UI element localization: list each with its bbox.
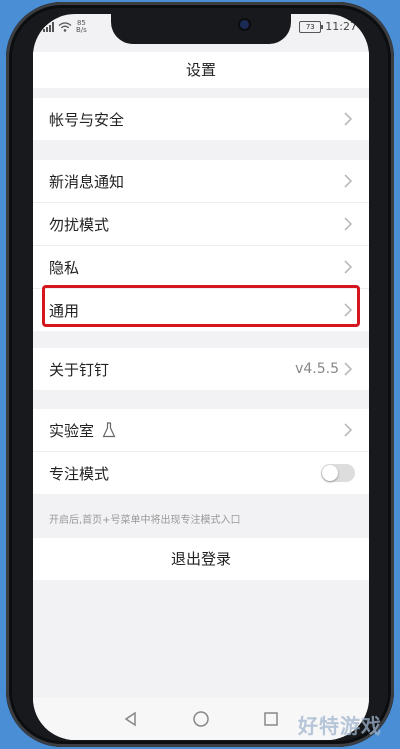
settings-item-do-not-disturb[interactable]: 勿扰模式: [33, 203, 369, 246]
screen: 85 B/s 73 11:27 设置 帐号与安全 新消息通知 勿扰模式 隐私 通…: [33, 14, 369, 740]
group-about: 关于钉钉 v4.5.5: [33, 348, 369, 390]
home-icon[interactable]: [192, 710, 210, 728]
chevron-right-icon: [344, 174, 353, 188]
focus-mode-toggle[interactable]: [321, 464, 355, 482]
item-label: 关于钉钉: [49, 360, 110, 379]
chevron-right-icon: [344, 260, 353, 274]
camera-icon: [240, 20, 249, 29]
back-icon[interactable]: [122, 710, 140, 728]
settings-item-account-security[interactable]: 帐号与安全: [33, 98, 369, 140]
item-label: 隐私: [49, 258, 80, 277]
clock: 11:27: [325, 20, 357, 33]
chevron-right-icon: [344, 362, 353, 376]
network-speed: 85 B/s: [76, 19, 87, 34]
version-value: v4.5.5: [295, 361, 339, 377]
logout-button[interactable]: 退出登录: [33, 538, 369, 580]
flask-icon: [102, 422, 116, 438]
item-label: 帐号与安全: [49, 110, 125, 129]
item-label: 勿扰模式: [49, 215, 110, 234]
watermark: 好特游戏: [298, 714, 382, 738]
chevron-right-icon: [344, 423, 353, 437]
toggle-knob: [322, 465, 338, 481]
notch: [111, 14, 291, 44]
highlight-box: [42, 285, 360, 327]
phone-frame: 85 B/s 73 11:27 设置 帐号与安全 新消息通知 勿扰模式 隐私 通…: [6, 2, 394, 747]
chevron-right-icon: [344, 217, 353, 231]
battery-icon: 73: [299, 20, 324, 33]
page-title: 设置: [33, 52, 369, 88]
wifi-icon: [58, 22, 72, 32]
settings-item-privacy[interactable]: 隐私: [33, 246, 369, 289]
item-label: 新消息通知: [49, 172, 125, 191]
settings-item-about[interactable]: 关于钉钉 v4.5.5: [33, 348, 369, 390]
item-label: 实验室: [49, 421, 95, 440]
signal-icon: [43, 22, 54, 32]
group-lab: 实验室 专注模式: [33, 409, 369, 494]
group-account: 帐号与安全: [33, 98, 369, 140]
settings-item-focus-mode[interactable]: 专注模式: [33, 452, 369, 494]
chevron-right-icon: [344, 112, 353, 126]
focus-mode-hint: 开启后,首页+号菜单中将出现专注模式入口: [49, 515, 241, 526]
settings-item-notifications[interactable]: 新消息通知: [33, 160, 369, 203]
settings-item-lab[interactable]: 实验室: [33, 409, 369, 452]
recents-icon[interactable]: [262, 710, 280, 728]
item-label: 专注模式: [49, 464, 110, 483]
